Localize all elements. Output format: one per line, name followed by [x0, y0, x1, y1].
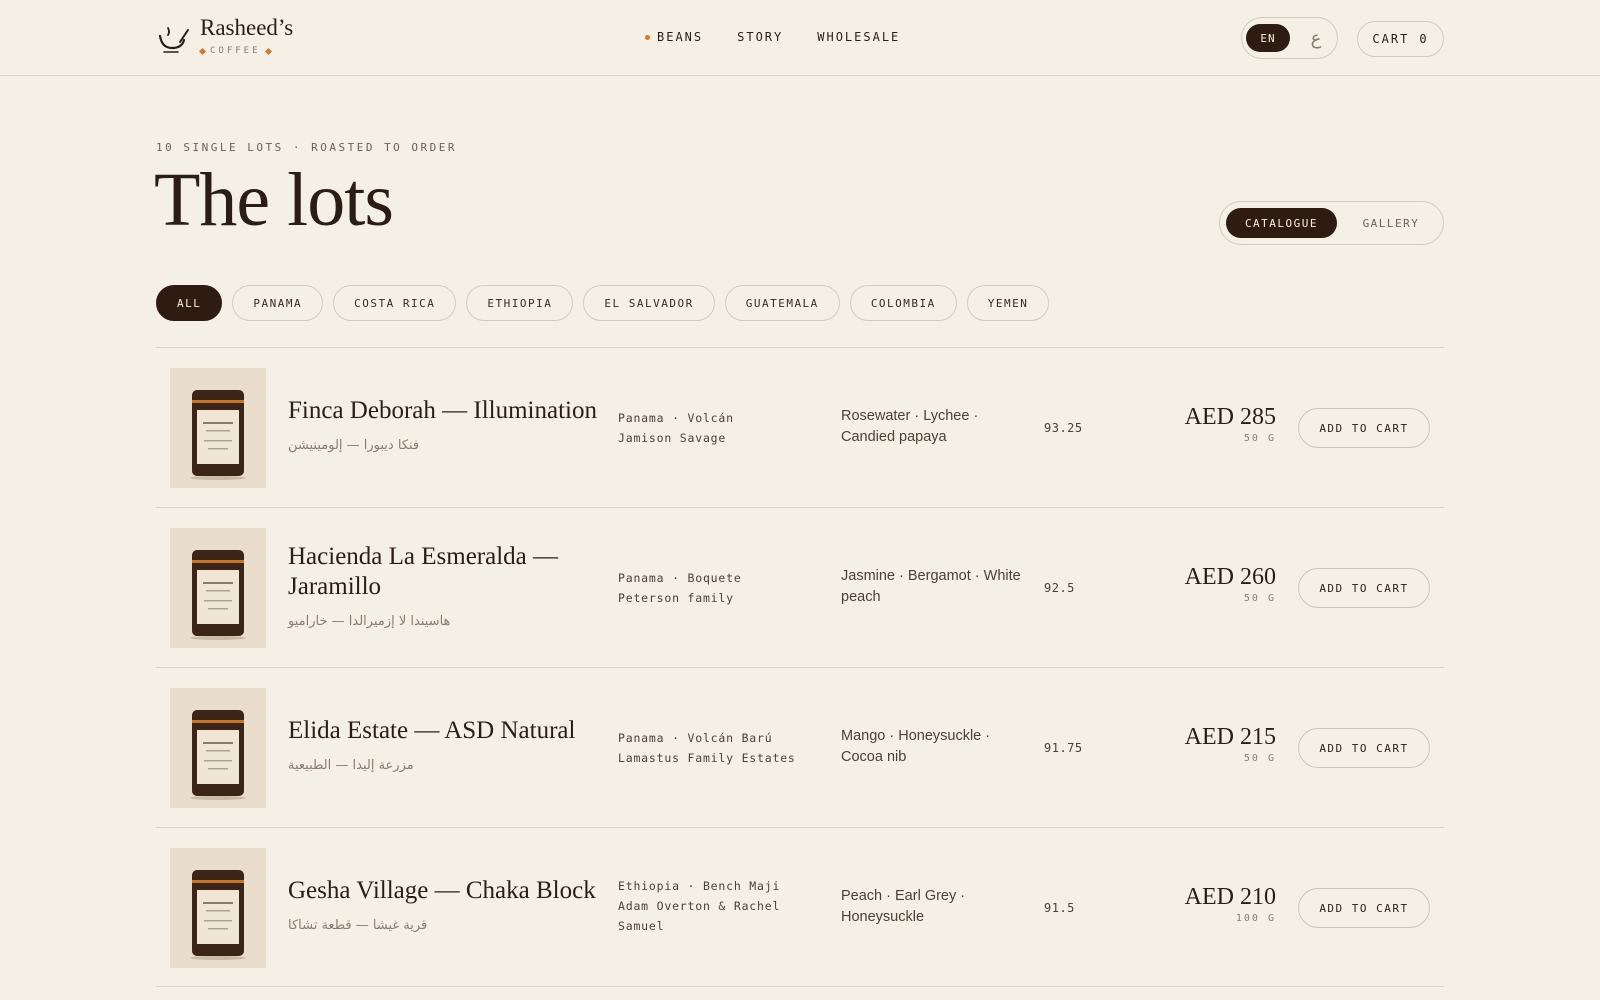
lot-tasting-notes: Jasmine · Bergamot · White peach	[841, 568, 1021, 605]
add-to-cart-button[interactable]: ADD TO CART	[1298, 568, 1430, 608]
coffee-bag-image[interactable]	[170, 528, 266, 648]
cart-label: CART	[1372, 32, 1410, 46]
price-weight: 50 G	[1243, 433, 1276, 444]
lang-en-button[interactable]: EN	[1246, 24, 1290, 52]
brand-sub: COFFEE	[210, 46, 261, 56]
lot-name[interactable]: Elida Estate — ASD Natural	[288, 716, 598, 746]
brand-name: Rasheed’s	[200, 15, 294, 40]
diamond-icon	[198, 47, 207, 55]
lot-row: Elida Estate — ASD Natural مزرعة إليدا —…	[156, 667, 1444, 827]
view-toggle: CATALOGUE GALLERY	[1219, 201, 1444, 245]
language-toggle: EN ع	[1241, 17, 1338, 59]
price-amount: AED 215	[1184, 724, 1276, 750]
nav-beans[interactable]: BEANS	[645, 30, 703, 44]
lot-score: 91.5	[1044, 901, 1075, 915]
coffee-bag-image[interactable]	[170, 368, 266, 488]
cart-button[interactable]: CART 0	[1357, 21, 1444, 57]
coffee-bag-icon	[190, 870, 246, 960]
lot-score: 91.75	[1044, 741, 1083, 755]
lot-name[interactable]: Finca Deborah — Illumination	[288, 396, 598, 426]
price-weight: 100 G	[1235, 913, 1276, 924]
coffee-bag-icon	[190, 550, 246, 640]
filter-guatemala[interactable]: GUATEMALA	[724, 285, 840, 321]
lot-origin: Panama · Boquete Peterson family	[618, 571, 742, 605]
price-weight: 50 G	[1243, 593, 1276, 604]
lot-score: 92.5	[1044, 581, 1075, 595]
lot-tasting-notes: Mango · Honeysuckle · Cocoa nib	[841, 728, 991, 765]
lot-price: AED 210 100 G	[1185, 883, 1276, 924]
view-gallery-button[interactable]: GALLERY	[1346, 208, 1436, 238]
coffee-bag-icon	[190, 390, 246, 480]
price-amount: AED 210	[1184, 884, 1276, 910]
page-title: The lots	[154, 158, 394, 242]
lot-name-arabic: فنكا ديبورا — إلومينيشن	[288, 438, 420, 453]
nav-wholesale[interactable]: WHOLESALE	[817, 30, 900, 44]
price-weight: 50 G	[1243, 753, 1276, 764]
filter-yemen[interactable]: YEMEN	[966, 285, 1050, 321]
page-eyebrow: 10 SINGLE LOTS · ROASTED TO ORDER	[156, 141, 458, 154]
site-header: Rasheed’s COFFEE BEANS STORY WHOLESALE E…	[0, 0, 1600, 76]
lot-name-arabic: قرية غيشا — قطعة تشاكا	[288, 918, 428, 933]
lot-row: Hacienda La Esmeralda — Jaramillo هاسيند…	[156, 507, 1444, 667]
coffee-cup-icon	[158, 27, 189, 53]
price-amount: AED 260	[1184, 564, 1276, 590]
lot-price: AED 215 50 G	[1185, 723, 1276, 764]
brand-logo[interactable]: Rasheed’s COFFEE	[156, 14, 293, 56]
lot-origin: Ethiopia · Bench Maji Adam Overton & Rac…	[618, 879, 781, 933]
lot-tasting-notes: Peach · Earl Grey · Honeysuckle	[841, 888, 966, 925]
filter-el-salvador[interactable]: EL SALVADOR	[583, 285, 715, 321]
filter-panama[interactable]: PANAMA	[232, 285, 324, 321]
lot-origin: Panama · Volcán Jamison Savage	[618, 411, 734, 445]
lot-price: AED 260 50 G	[1185, 563, 1276, 604]
coffee-bag-image[interactable]	[170, 848, 266, 968]
lot-name[interactable]: Gesha Village — Chaka Block	[288, 876, 598, 906]
add-to-cart-button[interactable]: ADD TO CART	[1298, 728, 1430, 768]
add-to-cart-button[interactable]: ADD TO CART	[1298, 408, 1430, 448]
lot-row: Gesha Village — Chaka Block قرية غيشا — …	[156, 827, 1444, 987]
filter-ethiopia[interactable]: ETHIOPIA	[466, 285, 574, 321]
lot-name-arabic: هاسيندا لا إزميرالدا — خاراميو	[288, 614, 451, 629]
view-catalogue-button[interactable]: CATALOGUE	[1226, 208, 1337, 238]
lot-name-arabic: مزرعة إليدا — الطبيعية	[288, 758, 414, 773]
filter-colombia[interactable]: COLOMBIA	[849, 285, 957, 321]
lot-price: AED 285 50 G	[1185, 403, 1276, 444]
origin-filters: ALL PANAMA COSTA RICA ETHIOPIA EL SALVAD…	[156, 285, 1050, 321]
main-nav: BEANS STORY WHOLESALE	[645, 30, 900, 44]
filter-costa-rica[interactable]: COSTA RICA	[333, 285, 457, 321]
lot-name[interactable]: Hacienda La Esmeralda — Jaramillo	[288, 542, 598, 602]
lang-ar-button[interactable]: ع	[1302, 24, 1330, 52]
diamond-icon	[264, 47, 272, 55]
nav-story[interactable]: STORY	[737, 30, 783, 44]
coffee-bag-image[interactable]	[170, 688, 266, 808]
coffee-bag-icon	[190, 710, 246, 800]
active-dot-icon	[645, 34, 650, 40]
lot-origin: Panama · Volcán Barú Lamastus Family Est…	[618, 731, 796, 765]
price-amount: AED 285	[1184, 404, 1276, 430]
lot-score: 93.25	[1044, 421, 1083, 435]
cart-count: 0	[1419, 32, 1429, 46]
lot-tasting-notes: Rosewater · Lychee · Candied papaya	[841, 408, 979, 445]
filter-all[interactable]: ALL	[156, 285, 223, 321]
lots-list: Finca Deborah — Illumination فنكا ديبورا…	[156, 347, 1444, 987]
lot-row: Finca Deborah — Illumination فنكا ديبورا…	[156, 347, 1444, 507]
add-to-cart-button[interactable]: ADD TO CART	[1298, 888, 1430, 928]
